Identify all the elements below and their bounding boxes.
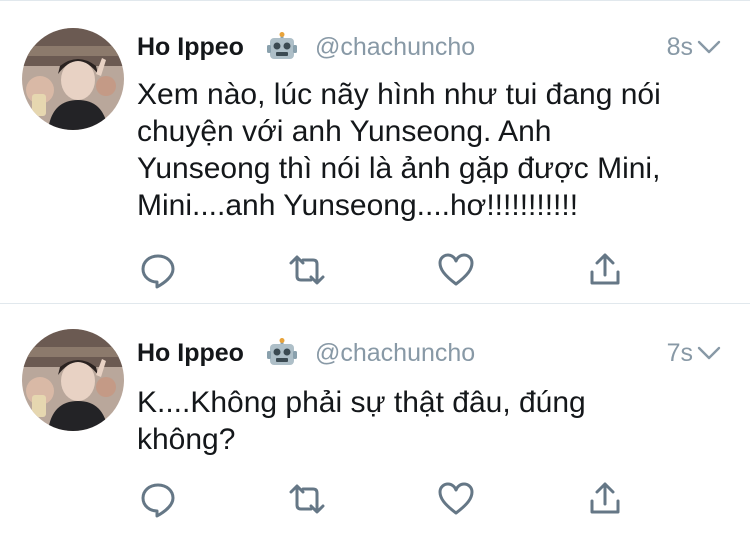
like-icon [438,253,474,286]
retweet-icon [289,255,325,285]
share-button[interactable] [585,250,625,290]
robot-emoji-icon [267,338,297,368]
share-icon [590,253,620,285]
reply-button[interactable] [138,250,178,290]
reply-button[interactable] [138,479,178,519]
display-name[interactable]: Ho Ippeo [137,336,244,370]
reply-icon [141,254,175,289]
reply-icon [141,483,175,518]
timestamp[interactable]: 8s [667,30,693,64]
tweet-header: Ho Ippeo @chachuncho 8s [137,30,727,64]
avatar[interactable] [22,329,124,431]
tweet[interactable]: Ho Ippeo @chachuncho 8s Xem nào, lúc nãy… [0,0,750,304]
tweet-text: K....Không phải sự thật đâu, đúng không? [137,386,586,456]
avatar[interactable] [22,28,124,130]
tweet[interactable]: Ho Ippeo @chachuncho 7s K....Không phải … [0,304,750,536]
timestamp[interactable]: 7s [667,336,693,370]
chevron-down-icon[interactable] [697,36,721,58]
robot-emoji-icon [267,32,297,62]
chevron-down-icon[interactable] [697,342,721,364]
display-name[interactable]: Ho Ippeo [137,30,244,64]
tweet-header: Ho Ippeo @chachuncho 7s [137,336,727,370]
retweet-button[interactable] [287,250,327,290]
like-button[interactable] [436,479,476,519]
user-handle[interactable]: @chachuncho [315,30,475,64]
retweet-button[interactable] [287,479,327,519]
tweet-text: Xem nào, lúc nãy hình như tui đang nói c… [137,78,661,222]
retweet-icon [289,484,325,514]
share-button[interactable] [585,479,625,519]
user-handle[interactable]: @chachuncho [315,336,475,370]
like-button[interactable] [436,250,476,290]
like-icon [438,482,474,515]
share-icon [590,482,620,514]
